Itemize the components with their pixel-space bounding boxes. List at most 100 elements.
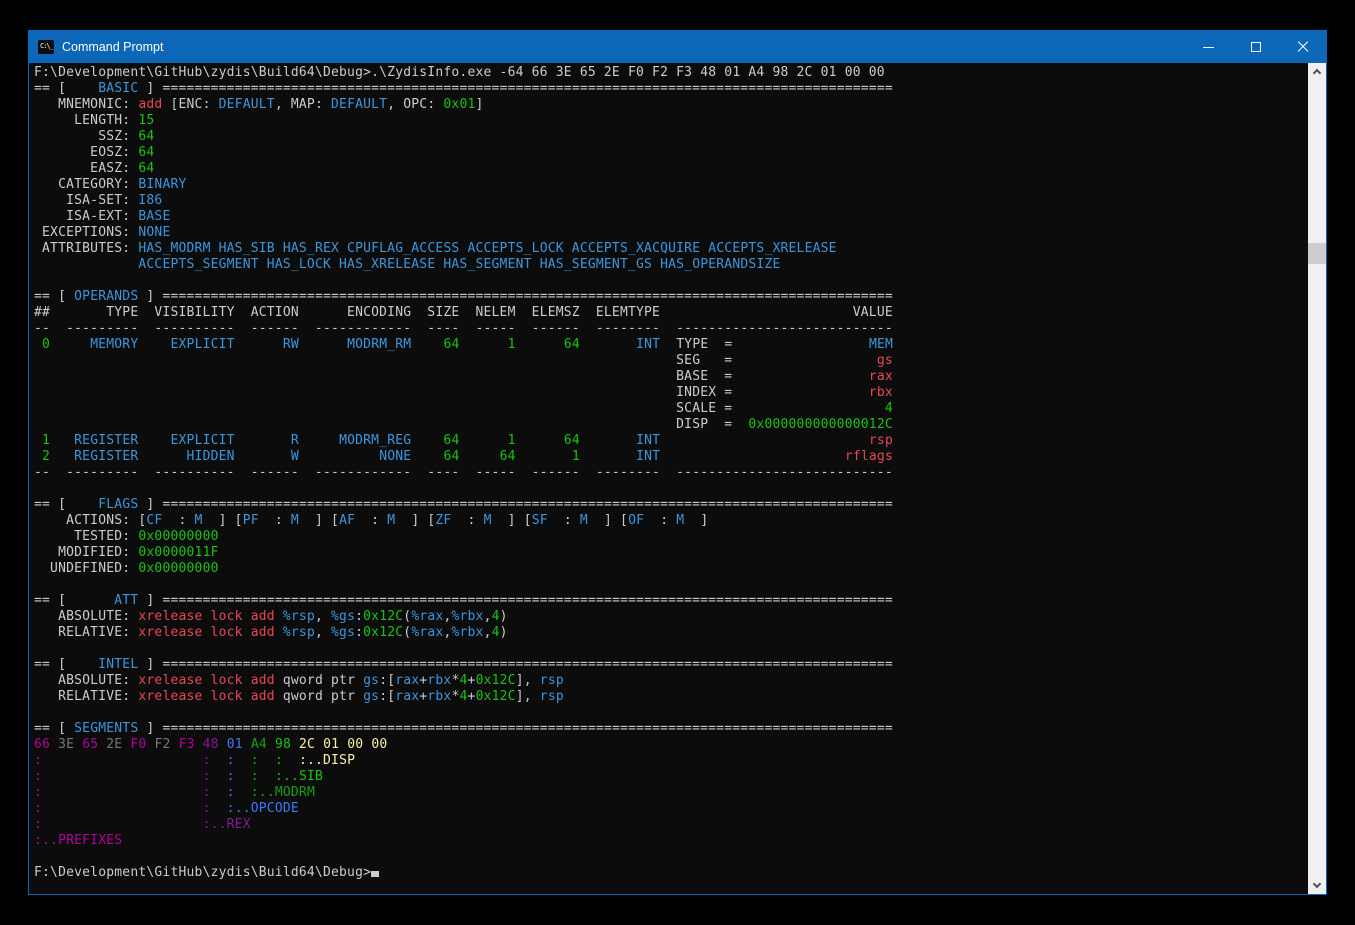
terminal-text [732, 337, 868, 352]
terminal-text: rsp [540, 673, 564, 688]
terminal-line: 2 REGISTER HIDDEN W NONE 64 64 1 INT rfl… [34, 449, 1308, 465]
scrollbar-up-button[interactable] [1308, 63, 1326, 80]
terminal-text: DEFAULT [219, 97, 275, 112]
terminal-text: ] [138, 289, 162, 304]
terminal-text: 0x01 [443, 97, 475, 112]
terminal-text: A4 [251, 737, 267, 752]
terminal-text: 01 [323, 737, 339, 752]
terminal-text: 00 [347, 737, 363, 752]
terminal-text: 0x00000000 [138, 529, 218, 544]
close-button[interactable] [1279, 31, 1326, 63]
terminal-text: ] [ [492, 513, 532, 528]
window-title: Command Prompt [62, 40, 163, 54]
terminal-line: == [ BASIC ] ===========================… [34, 81, 1308, 97]
terminal-text: ] [476, 97, 484, 112]
maximize-button[interactable] [1232, 31, 1279, 63]
terminal-line: ACCEPTS_SEGMENT HAS_LOCK HAS_XRELEASE HA… [34, 257, 1308, 273]
scrollbar[interactable] [1308, 63, 1326, 894]
terminal-text [580, 449, 636, 464]
terminal-text [34, 385, 676, 400]
terminal-text [34, 337, 42, 352]
terminal-text: 4 [492, 625, 500, 640]
terminal-line: MNEMONIC: add [ENC: DEFAULT, MAP: DEFAUL… [34, 97, 1308, 113]
terminal-line: INDEX = rbx [34, 385, 1308, 401]
terminal-text: 0x12C [363, 609, 403, 624]
terminal-text [235, 337, 283, 352]
terminal-text: M [291, 513, 299, 528]
terminal-text: [ENC: [162, 97, 218, 112]
terminal-text: %gs [331, 609, 355, 624]
terminal-text: : [34, 769, 42, 784]
terminal-text: 1 [42, 433, 50, 448]
terminal-text: rbx [427, 673, 451, 688]
terminal-text: gs [877, 353, 893, 368]
terminal-text: R [291, 433, 299, 448]
terminal-text [42, 753, 203, 768]
terminal-text: SF [532, 513, 548, 528]
terminal-text: 64 [564, 433, 580, 448]
scrollbar-down-button[interactable] [1308, 877, 1326, 894]
text-cursor [371, 871, 379, 877]
terminal-text [138, 433, 170, 448]
terminal-text: xrelease lock add [138, 625, 274, 640]
terminal-text: :..DISP [299, 753, 355, 768]
terminal-text [34, 353, 676, 368]
terminal-text [211, 785, 227, 800]
terminal-text: EXPLICIT [170, 433, 234, 448]
terminal-line: BASE = rax [34, 369, 1308, 385]
terminal-line: EXCEPTIONS: NONE [34, 225, 1308, 241]
terminal-text: rbx [869, 385, 893, 400]
terminal-line: 66 3E 65 2E F0 F2 F3 48 01 A4 98 2C 01 0… [34, 737, 1308, 753]
terminal-text [732, 353, 876, 368]
terminal-text: BASIC [98, 81, 138, 96]
terminal-text: 66 [34, 737, 50, 752]
terminal-text [516, 433, 564, 448]
terminal-text [50, 737, 58, 752]
terminal-text [42, 769, 203, 784]
terminal-text: FLAGS [98, 497, 138, 512]
terminal-text [34, 369, 676, 384]
scrollbar-thumb[interactable] [1308, 243, 1326, 264]
terminal-output[interactable]: F:\Development\GitHub\zydis\Build64\Debu… [29, 63, 1308, 894]
terminal-text: 4 [460, 689, 468, 704]
terminal-text: : [259, 513, 291, 528]
chevron-up-icon [1313, 69, 1321, 77]
terminal-line: UNDEFINED: 0x00000000 [34, 561, 1308, 577]
terminal-text: OPERANDS [74, 289, 138, 304]
terminal-text [195, 737, 203, 752]
minimize-button[interactable] [1185, 31, 1232, 63]
terminal-text: :..OPCODE [227, 801, 299, 816]
terminal-text: : [548, 513, 580, 528]
terminal-text: OF [628, 513, 644, 528]
terminal-text: == [ [34, 593, 114, 608]
terminal-text [299, 449, 379, 464]
terminal-text: EOSZ: [34, 145, 138, 160]
terminal-text: INT [636, 433, 660, 448]
terminal-text: , [315, 625, 331, 640]
terminal-text: TYPE = [660, 337, 732, 352]
terminal-text: EXPLICIT [170, 337, 234, 352]
terminal-line: ATTRIBUTES: HAS_MODRM HAS_SIB HAS_REX CP… [34, 241, 1308, 257]
terminal-text: : [34, 801, 42, 816]
terminal-text [460, 337, 508, 352]
terminal-line: DISP = 0x000000000000012C [34, 417, 1308, 433]
cmd-icon-text: C:\_ [38, 40, 53, 50]
terminal-text [243, 737, 251, 752]
terminal-text: :..MODRM [251, 785, 315, 800]
terminal-text: MNEMONIC: [34, 97, 138, 112]
terminal-text [275, 609, 283, 624]
terminal-text: gs [363, 673, 379, 688]
terminal-text: W [291, 449, 299, 464]
maximize-icon [1251, 42, 1261, 52]
terminal-text: : [203, 801, 211, 816]
terminal-line: TESTED: 0x00000000 [34, 529, 1308, 545]
terminal-text: :..REX [203, 817, 251, 832]
title-bar[interactable]: C:\_ Command Prompt [29, 31, 1326, 63]
terminal-text: 0x000000000000012C [748, 417, 892, 432]
terminal-text: TESTED: [34, 529, 138, 544]
terminal-text: ATTRIBUTES: [34, 241, 138, 256]
cmd-icon: C:\_ [38, 40, 54, 54]
terminal-text: MEMORY [90, 337, 138, 352]
terminal-text: == [ [34, 289, 74, 304]
terminal-line: == [ OPERANDS ] ========================… [34, 289, 1308, 305]
